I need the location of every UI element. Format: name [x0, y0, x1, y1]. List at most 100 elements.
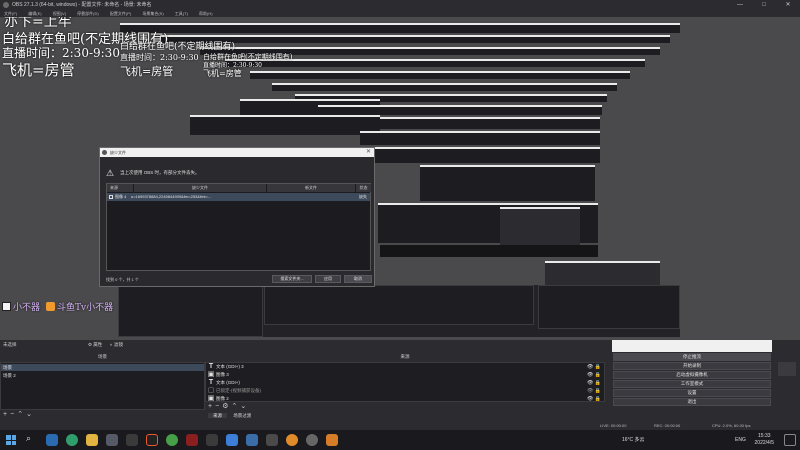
- menu-profile[interactable]: 配置文件(P): [110, 11, 131, 16]
- app-icon[interactable]: [206, 434, 218, 446]
- tunnel-window: [160, 35, 670, 43]
- dialog-message: 当上次使用 OBS 时，有部分文件丢失。: [120, 170, 200, 175]
- obs-screenshot: OBS 27.1.3 (64-bit, windows) - 配置文件: 未命名…: [0, 0, 800, 450]
- cancel-button[interactable]: 取消: [344, 275, 372, 283]
- minimize-button[interactable]: —: [728, 0, 752, 10]
- settings-button[interactable]: 设置: [613, 389, 771, 397]
- tab-transitions[interactable]: 场景过渡: [228, 413, 256, 418]
- maximize-button[interactable]: □: [752, 0, 776, 10]
- menu-view[interactable]: 视图(V): [53, 11, 66, 16]
- image-source-icon: ▣: [207, 371, 215, 378]
- filters-button[interactable]: ◐ 滤镜: [110, 340, 140, 350]
- overlay-text-mid-line2: 白给群在鱼吧(不定期线围有): [120, 42, 236, 52]
- chevron-up-icon[interactable]: ⌃: [231, 403, 240, 410]
- clock[interactable]: 15:33 2022/4/5: [755, 433, 774, 447]
- col-new-file[interactable]: 新文件: [267, 184, 355, 192]
- list-item[interactable]: 场景 2: [1, 372, 204, 379]
- exit-button[interactable]: 退出: [613, 398, 771, 406]
- studio-mode-button[interactable]: 工作室模式: [613, 380, 771, 388]
- tunnel-window: [375, 147, 600, 163]
- tunnel-window: [318, 105, 602, 115]
- app-icon[interactable]: [286, 434, 298, 446]
- notification-icon[interactable]: [784, 434, 796, 446]
- menu-help[interactable]: 帮助(H): [199, 11, 213, 16]
- tunnel-window: [360, 131, 600, 145]
- live-status: LIVE: 00:00:00: [600, 423, 627, 428]
- sources-list[interactable]: T 文本 (GDI+) 3 👁 🔒 ▣ 图像 3 👁 🔒 T 文本 (GDI+) 👁 🔒 ▢…: [205, 362, 605, 402]
- overlay-text-line4: 飞机=房管: [2, 61, 75, 79]
- visibility-lock-icon[interactable]: 👁 🔒: [587, 387, 601, 395]
- obs-app-icon: [102, 150, 107, 155]
- visibility-lock-icon[interactable]: 👁 🔒: [587, 379, 601, 387]
- source-label: 文本 (GDI+) 3: [216, 364, 244, 369]
- obs-taskbar-icon[interactable]: [306, 434, 318, 446]
- chevron-down-icon[interactable]: ⌄: [26, 411, 35, 418]
- app-icon[interactable]: [126, 434, 138, 446]
- overlay-text-mid-line3: 直播时间：2:30-9:30: [120, 53, 199, 62]
- language-indicator[interactable]: ENG: [735, 430, 746, 450]
- visibility-lock-icon[interactable]: 👁 🔒: [587, 395, 601, 403]
- steam-icon[interactable]: [266, 434, 278, 446]
- menu-edit[interactable]: 编辑(E): [28, 11, 41, 16]
- source-row[interactable]: T 文本 (GDI+) 👁 🔒: [206, 379, 604, 387]
- steam-icon[interactable]: [106, 434, 118, 446]
- col-source[interactable]: 来源: [107, 184, 133, 192]
- source-row[interactable]: ▢ 已锁定-(视频捕获设备) 👁 🔒: [206, 387, 604, 395]
- tab-sources[interactable]: 来源: [208, 413, 227, 418]
- visibility-lock-icon[interactable]: 👁 🔒: [587, 371, 601, 379]
- stop-streaming-button[interactable]: 停止推流: [613, 353, 771, 361]
- missing-files-table[interactable]: 来源 缺少文件 新文件 状态 图像 4 u=1699378884,2240844…: [106, 183, 371, 271]
- app-icon[interactable]: [326, 434, 338, 446]
- list-item[interactable]: 场景: [1, 364, 204, 371]
- source-row[interactable]: T 文本 (GDI+) 3 👁 🔒: [206, 363, 604, 371]
- chevron-up-icon[interactable]: ⌃: [17, 411, 26, 418]
- app-icon[interactable]: [226, 434, 238, 446]
- warning-icon: ⚠: [106, 168, 115, 178]
- tunnel-window: [420, 165, 595, 201]
- scene-filter-label: 未选择: [3, 342, 17, 347]
- search-icon[interactable]: ⌕: [26, 433, 31, 444]
- file-explorer-icon[interactable]: [86, 434, 98, 446]
- search-folder-button[interactable]: 搜索文件夹...: [272, 275, 312, 283]
- apply-button[interactable]: 应用: [315, 275, 341, 283]
- source-toolbar: +−⚙⌃⌄: [208, 402, 249, 410]
- source-row[interactable]: ▣ 图像 2 👁 🔒: [206, 395, 604, 403]
- preview-canvas[interactable]: 亦卞=上牢 白给群在鱼吧(不定期线围有) 直播时间：2:30-9:30 飞机=房…: [0, 17, 800, 340]
- menu-file[interactable]: 文件(F): [4, 11, 17, 16]
- text-source-icon: T: [208, 363, 214, 370]
- chevron-down-icon[interactable]: ⌄: [240, 403, 249, 410]
- edge-icon[interactable]: [66, 434, 78, 446]
- menu-tools[interactable]: 工具(T): [175, 11, 188, 16]
- visibility-lock-icon[interactable]: 👁 🔒: [587, 363, 601, 371]
- start-icon[interactable]: [6, 435, 16, 445]
- start-virtual-camera-button[interactable]: 启动虚拟摄像机: [613, 371, 771, 379]
- col-missing-file[interactable]: 缺少文件: [134, 184, 266, 192]
- clock-time: 15:33: [758, 433, 771, 439]
- close-button[interactable]: ✕: [776, 0, 800, 10]
- app-icon[interactable]: [246, 434, 258, 446]
- dock-scrollbar[interactable]: [778, 362, 796, 376]
- menu-scene-collection[interactable]: 场景集合(S): [142, 11, 163, 16]
- windows-taskbar: ⌕ 16°C 多云 ENG 15:33 2022/4/5: [0, 430, 800, 450]
- col-status[interactable]: 状态: [356, 184, 371, 192]
- title-bar: OBS 27.1.3 (64-bit, windows) - 配置文件: 未命名…: [0, 0, 800, 10]
- scenes-list[interactable]: 场景 场景 2: [0, 362, 205, 410]
- game-icon[interactable]: [146, 434, 158, 446]
- source-row[interactable]: ▣ 图像 3 👁 🔒: [206, 371, 604, 379]
- tunnel-window: [120, 23, 680, 33]
- streamer-name: 小不器: [13, 303, 41, 313]
- menu-docks[interactable]: 停靠部件(D): [77, 11, 99, 16]
- overlay-text-mid-line4: 飞机=房管: [120, 65, 174, 78]
- start-recording-button[interactable]: 开始录制: [613, 362, 771, 370]
- task-view-icon[interactable]: [46, 434, 58, 446]
- wechat-icon[interactable]: [166, 434, 178, 446]
- app-icon[interactable]: [186, 434, 198, 446]
- weather-widget[interactable]: 16°C 多云: [622, 430, 645, 450]
- rec-status: REC: 00:00:00: [654, 423, 681, 428]
- dock-tabs: 来源 场景过渡: [208, 412, 256, 420]
- nested-obs-window: [118, 285, 680, 337]
- status-bar: LIVE: 00:00:00 REC: 00:00:00 CPU: 2.0%, …: [0, 422, 800, 430]
- dialog-close-button[interactable]: ✕: [366, 148, 371, 157]
- text-source-icon: T: [208, 379, 214, 386]
- table-row[interactable]: 图像 4 u=1699378884,2240844909&fm=253&fmt=…: [107, 193, 370, 201]
